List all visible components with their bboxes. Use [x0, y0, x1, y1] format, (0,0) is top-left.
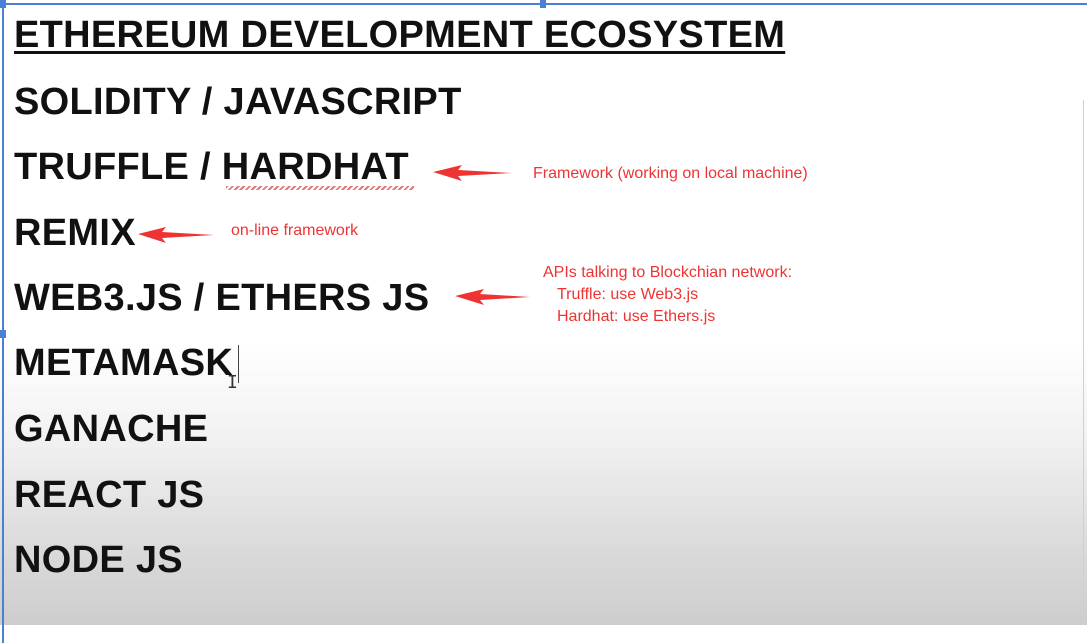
slide-title[interactable]: ETHEREUM DEVELOPMENT ECOSYSTEM — [14, 14, 785, 57]
slide-item-ganache[interactable]: GANACHE — [14, 408, 208, 451]
annotation-framework: Framework (working on local machine) — [533, 165, 808, 182]
annotation-online-framework: on-line framework — [231, 222, 359, 239]
slide-right-edge — [1083, 100, 1084, 625]
slide-item-truffle[interactable]: TRUFFLE / HARDHAT — [14, 146, 409, 189]
slide-item-node[interactable]: NODE JS — [14, 539, 183, 582]
selection-handle-left-middle[interactable] — [0, 330, 6, 338]
slide-item-remix[interactable]: REMIX — [14, 212, 136, 255]
slide-item-web3[interactable]: WEB3.JS / ETHERS JS — [14, 277, 429, 320]
slide-item-solidity[interactable]: SOLIDITY / JAVASCRIPT — [14, 81, 462, 124]
selection-handle-top-middle[interactable] — [540, 0, 546, 8]
slide-item-metamask[interactable]: METAMASK — [14, 342, 233, 385]
i-beam-cursor-icon: I — [227, 372, 238, 393]
text-caret — [238, 345, 239, 383]
slide-item-react[interactable]: REACT JS — [14, 474, 204, 517]
annotation-apis-hardhat: Hardhat: use Ethers.js — [557, 308, 716, 325]
annotation-apis-heading: APIs talking to Blockchian network: — [543, 264, 793, 281]
annotation-apis-truffle: Truffle: use Web3.js — [557, 286, 699, 303]
selection-handle-top-left[interactable] — [0, 0, 6, 8]
spellcheck-underline — [226, 186, 414, 190]
